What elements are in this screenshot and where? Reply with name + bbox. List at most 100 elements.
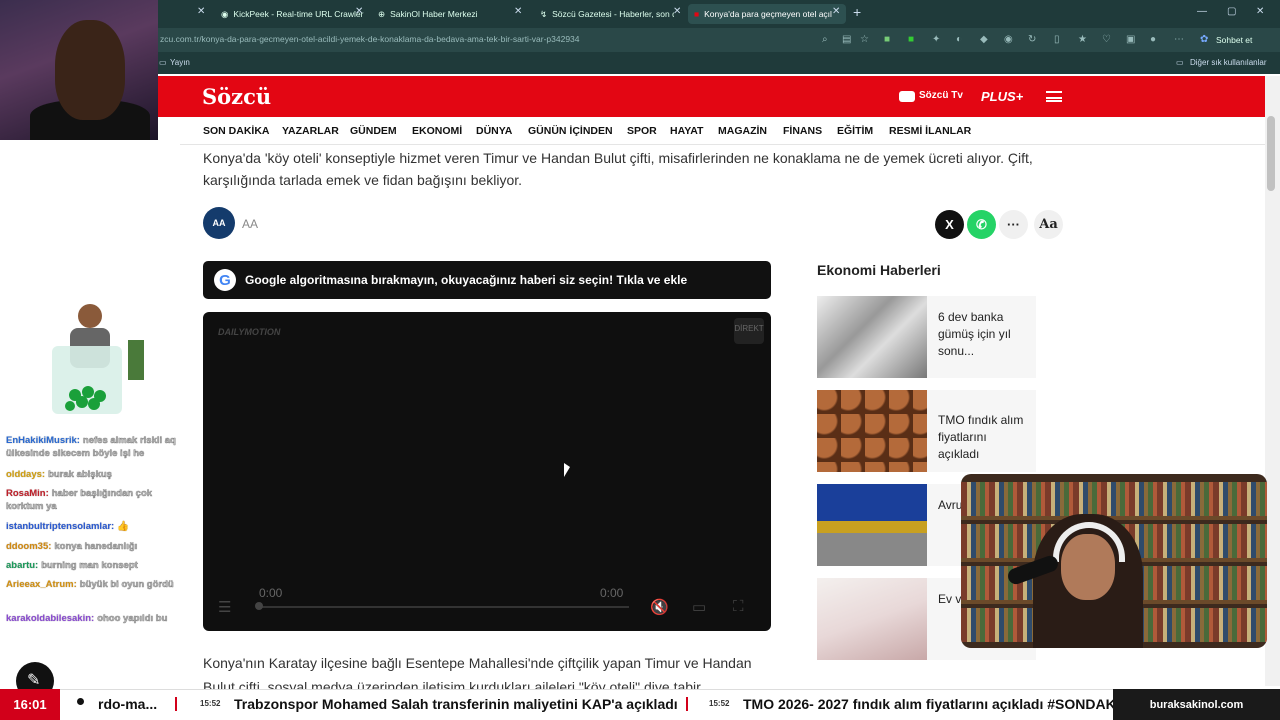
nav-gundem[interactable]: GÜNDEM: [350, 125, 397, 137]
youtube-icon: [899, 91, 915, 102]
playlist-icon[interactable]: ☰: [218, 598, 231, 616]
copilot-icon[interactable]: ✿: [1200, 34, 1208, 45]
close-icon[interactable]: ✕: [197, 6, 205, 17]
sidebar-title: Ekonomi Haberleri: [817, 262, 941, 278]
tab-sakinol[interactable]: ⊕ SakinOl Haber Merkezi: [372, 4, 512, 24]
chat-message: olddays: burak abişkuş: [6, 469, 112, 480]
settings-icon[interactable]: ▭: [692, 598, 706, 616]
chat-message: abartu: burning man konsept: [6, 560, 138, 571]
hamburger-menu-icon[interactable]: [1046, 91, 1062, 102]
favorite-star-icon[interactable]: ☆: [860, 34, 869, 45]
maximize-icon[interactable]: ▢: [1227, 6, 1236, 17]
article-source: AA: [242, 217, 259, 231]
news-thumbnail: [817, 578, 927, 660]
emote-figure-icon: [52, 304, 144, 414]
nav-spor[interactable]: SPOR: [627, 125, 657, 137]
google-cta-text[interactable]: Google algoritmasına bırakmayın, okuyaca…: [245, 273, 687, 287]
dailymotion-logo: DAILYMOTION: [218, 327, 281, 337]
tab-sozcu-home[interactable]: ↯ Sözcü Gazetesi - Haberler, son da: [534, 4, 674, 24]
tab-favicon-icon: ■: [694, 9, 700, 19]
close-icon[interactable]: ✕: [514, 6, 522, 17]
reader-icon[interactable]: ▤: [842, 34, 851, 45]
site-logo[interactable]: Sözcü: [202, 84, 271, 109]
url-input[interactable]: zcu.com.tr/konya-da-para-gecmeyen-otel-a…: [160, 34, 580, 44]
news-thumbnail: [817, 484, 927, 566]
copilot-chat-button[interactable]: Sohbet et: [1216, 35, 1252, 45]
extension-icon[interactable]: ◉: [1004, 34, 1013, 45]
other-bookmarks[interactable]: Diğer sık kullanılanlar: [1190, 58, 1266, 67]
ticker-item: TMO 2026- 2027 fındık alım fiyatlarını a…: [743, 696, 1116, 712]
nav-dunya[interactable]: DÜNYA: [476, 125, 512, 137]
extension-icon[interactable]: ■: [884, 34, 890, 45]
scrollbar-thumb[interactable]: [1267, 116, 1275, 191]
extension-icon[interactable]: ◐: [956, 34, 962, 45]
bookshelf: [961, 482, 1267, 516]
extension-icon[interactable]: ■: [908, 34, 914, 45]
ticker-time: 15:52: [709, 699, 730, 708]
close-icon[interactable]: ✕: [355, 6, 363, 17]
font-size-button[interactable]: Aa: [1034, 210, 1063, 239]
news-card[interactable]: TMO fındık alım fiyatlarını açıkladı: [817, 390, 1036, 472]
ticker-item: rdo-ma...: [98, 696, 158, 712]
nav-hayat[interactable]: HAYAT: [670, 125, 703, 137]
webcam-person-face: [55, 20, 125, 120]
nav-finans[interactable]: FİNANS: [783, 125, 822, 137]
article-summary: Konya'da 'köy oteli' konseptiyle hizmet …: [203, 150, 1033, 188]
profile-avatar-icon[interactable]: ●: [1150, 34, 1156, 45]
split-screen-icon[interactable]: ▯: [1054, 34, 1060, 45]
share-whatsapp-button[interactable]: ✆: [967, 210, 996, 239]
tab-kickpeek[interactable]: ◉ KickPeek - Real-time URL Crawler: [215, 4, 365, 24]
live-dot-icon: [77, 698, 84, 705]
favorites-icon[interactable]: ★: [1078, 34, 1087, 45]
share-more-button[interactable]: ···: [999, 210, 1028, 239]
minimize-icon[interactable]: —: [1197, 6, 1207, 17]
nav-yazarlar[interactable]: YAZARLAR: [282, 125, 339, 137]
video-player[interactable]: [203, 312, 771, 631]
video-progress-bar[interactable]: [259, 606, 629, 608]
news-card-title: 6 dev banka gümüş için yıl sonu...: [938, 310, 1011, 358]
bookmark-yayin[interactable]: Yayın: [170, 58, 190, 67]
google-icon: G: [214, 269, 236, 291]
whatsapp-icon: ✆: [976, 216, 987, 232]
new-tab-icon[interactable]: +: [853, 4, 861, 20]
tab-favicon-icon: ⊕: [378, 8, 386, 19]
nav-son-dakika[interactable]: SON DAKİKA: [203, 125, 270, 137]
more-options-icon[interactable]: ⋯: [1174, 34, 1184, 45]
mute-icon[interactable]: 🔇: [650, 598, 669, 616]
site-url-badge: buraksakinol.com: [1113, 689, 1280, 720]
mouse-cursor-icon: [564, 463, 570, 477]
news-card[interactable]: 6 dev banka gümüş için yıl sonu...: [817, 296, 1036, 378]
nav-ekonomi[interactable]: EKONOMİ: [412, 125, 462, 137]
heart-icon[interactable]: ♡: [1102, 34, 1111, 45]
tab-article[interactable]: ■ Konya'da para geçmeyen otel açıl: [688, 4, 846, 24]
refresh-icon[interactable]: ↻: [1028, 34, 1036, 45]
video-duration: 0:00: [600, 586, 624, 600]
fullscreen-icon[interactable]: ⛶: [733, 598, 744, 615]
chat-message: EnHakikiMusrik: nefes almak riskli aq ülk…: [6, 435, 176, 459]
ticker-clock: 16:01: [0, 689, 60, 720]
nav-gunun-icinden[interactable]: GÜNÜN İÇİNDEN: [528, 125, 613, 137]
nav-egitim[interactable]: EĞİTİM: [837, 125, 873, 137]
close-icon[interactable]: ✕: [832, 6, 840, 17]
plus-link[interactable]: PLUS+: [981, 89, 1023, 104]
collections-icon[interactable]: ▣: [1126, 34, 1135, 45]
x-icon: X: [945, 217, 954, 232]
extension-icon[interactable]: ✦: [932, 34, 940, 45]
direct-button[interactable]: DİREKT: [734, 318, 764, 344]
nav-magazin[interactable]: MAGAZİN: [718, 125, 767, 137]
share-x-button[interactable]: X: [935, 210, 964, 239]
close-icon[interactable]: ✕: [673, 6, 681, 17]
nav-resmi-ilanlar[interactable]: RESMİ İLANLAR: [889, 125, 971, 137]
zoom-icon[interactable]: ⌕: [822, 34, 828, 45]
chat-message: RosaMin: haber başlığından çok korktum ya: [6, 488, 153, 512]
tab-favicon-icon: ↯: [540, 8, 548, 19]
chat-message: istanbultriptensolamlar: 👍: [6, 521, 130, 532]
extension-icon[interactable]: ◆: [980, 34, 988, 45]
window-close-icon[interactable]: ✕: [1256, 6, 1264, 17]
sozcu-tv-link[interactable]: Sözcü Tv: [919, 90, 963, 101]
news-thumbnail: [817, 296, 927, 378]
ticker-separator: [175, 697, 177, 711]
webcam-overlay-right: [961, 474, 1267, 648]
article-body: Konya'nın Karatay ilçesine bağlı Esentep…: [203, 655, 752, 691]
video-progress-handle[interactable]: [255, 602, 263, 610]
